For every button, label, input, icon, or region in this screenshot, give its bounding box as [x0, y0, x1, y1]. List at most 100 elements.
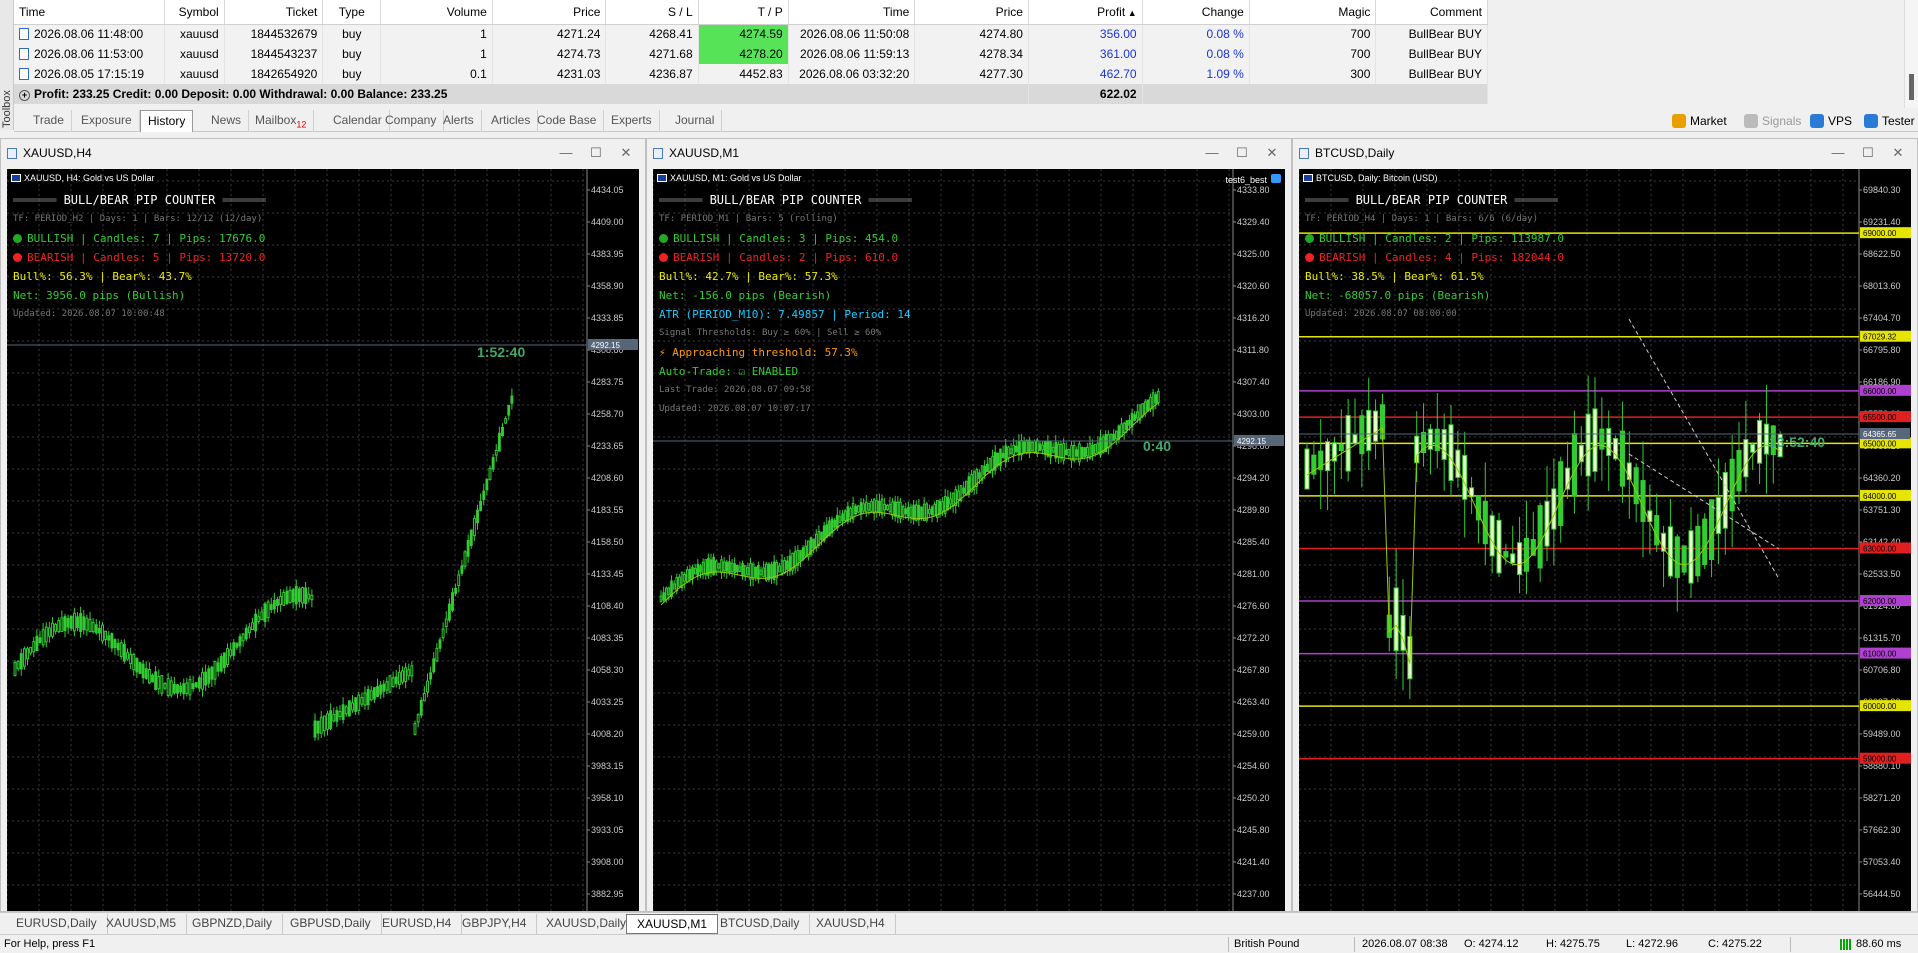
column-header[interactable]: Change — [1142, 0, 1250, 25]
tab-trade[interactable]: Trade — [26, 110, 72, 132]
candle-body — [444, 618, 448, 627]
chart-window-btcusd-daily[interactable]: BTCUSD,Daily — ☐ ✕ 69840.30 69231.40 68622.50 6… — [1292, 138, 1918, 912]
candle-body — [1489, 515, 1495, 557]
column-header[interactable]: Type — [322, 0, 382, 25]
table-row[interactable]: 2026.08.06 11:53:00 xauusd 1844543237 buy 1 4… — [14, 44, 1488, 64]
tab-experts[interactable]: Experts — [604, 110, 660, 132]
symbol-tab-xauusd-m5[interactable]: XAUUSD,M5 — [96, 914, 188, 934]
tab-tester[interactable]: Tester — [1864, 112, 1915, 130]
candle-body — [1366, 409, 1372, 451]
symbol-tab-gbpusd-daily[interactable]: GBPUSD,Daily — [280, 914, 382, 934]
maximize-button[interactable]: ☐ — [1227, 139, 1257, 167]
bear-dot-icon — [659, 253, 668, 262]
scrollbar-thumb[interactable] — [1909, 74, 1914, 100]
cell-value: 4274.59 — [739, 27, 783, 42]
tab-alerts[interactable]: Alerts — [436, 110, 482, 132]
bear-dot-icon — [13, 253, 22, 262]
tab-company[interactable]: Company — [378, 110, 445, 132]
close-button[interactable]: ✕ — [1883, 139, 1913, 167]
price-tick: 4303.00 — [1237, 409, 1270, 419]
price-tick: 4276.60 — [1237, 601, 1270, 611]
cell-value: 300 — [1350, 67, 1371, 81]
toolbox-strip[interactable]: Toolbox — [0, 0, 14, 130]
candle-body — [909, 506, 913, 518]
candle-body — [996, 453, 1000, 466]
chart-window-xauusd-m1[interactable]: XAUUSD,M1 — ☐ ✕ 4333.80 4329.40 4325.00 4320.60… — [646, 138, 1292, 912]
column-header[interactable]: Ticket — [224, 0, 324, 25]
candle-body — [85, 617, 89, 631]
column-header[interactable]: Time — [788, 0, 916, 25]
connection-icon — [1840, 939, 1852, 950]
tab-mailbox[interactable]: Mailbox12 — [248, 110, 315, 132]
flag-icon — [657, 174, 667, 182]
minimize-button[interactable]: — — [1823, 139, 1853, 167]
symbol-tab-eurusd-daily[interactable]: EURUSD,Daily — [6, 914, 108, 934]
chart-canvas[interactable]: 4333.80 4329.40 4325.00 4320.60 4316.20 4311.… — [653, 169, 1285, 911]
tab-exposure[interactable]: Exposure — [74, 110, 140, 132]
column-header[interactable]: Price — [914, 0, 1029, 25]
tab-code-base[interactable]: Code Base — [530, 110, 605, 132]
chart-titlebar[interactable]: XAUUSD,H4 — ☐ ✕ — [1, 139, 645, 169]
maximize-button[interactable]: ☐ — [581, 139, 611, 167]
symbol-tab-btcusd-daily[interactable]: BTCUSD,Daily — [710, 914, 811, 934]
price-tick: 3958.10 — [591, 793, 624, 803]
maximize-button[interactable]: ☐ — [1853, 139, 1883, 167]
chart-icon — [7, 148, 17, 159]
candle-body — [1088, 443, 1092, 459]
candle-body — [263, 603, 267, 622]
close-button[interactable]: ✕ — [1257, 139, 1287, 167]
candle-body — [1482, 500, 1488, 545]
candle-body — [335, 710, 339, 722]
tab-vps[interactable]: VPS — [1810, 112, 1852, 130]
candle-body — [1096, 442, 1100, 453]
tab-history[interactable]: History — [140, 110, 194, 132]
candle-body — [759, 569, 763, 576]
minimize-button[interactable]: — — [1197, 139, 1227, 167]
candle-body — [1030, 441, 1034, 452]
table-row[interactable]: 2026.08.05 17:15:19 xauusd 1842654920 buy 0.… — [14, 64, 1488, 84]
expand-icon[interactable]: + — [19, 90, 30, 101]
chart-canvas[interactable]: 4434.054409.004383.954358.904333.854308.… — [7, 169, 639, 911]
chart-canvas[interactable]: 69840.30 69231.40 68622.50 68013.60 67404.70… — [1299, 169, 1911, 911]
candle-body — [893, 501, 897, 517]
symbol-tab-gbpjpy-h4[interactable]: GBPJPY,H4 — [452, 914, 538, 934]
column-header[interactable]: Price — [492, 0, 607, 25]
candle-body — [344, 706, 348, 715]
column-header[interactable]: Symbol — [164, 0, 225, 25]
table-scrollbar[interactable] — [1904, 0, 1918, 108]
symbol-tab-eurusd-h4[interactable]: EURUSD,H4 — [372, 914, 463, 934]
chart-titlebar[interactable]: XAUUSD,M1 — ☐ ✕ — [647, 139, 1291, 169]
minimize-button[interactable]: — — [551, 139, 581, 167]
status-open: O: 4274.12 — [1464, 938, 1519, 950]
column-header[interactable]: S / L — [605, 0, 699, 25]
column-header[interactable]: T / P — [698, 0, 789, 25]
chart-window-xauusd-h4[interactable]: XAUUSD,H4 — ☐ ✕ 4434.05 4409.00 4383.95 4358.90… — [0, 138, 646, 912]
symbol-text: BTCUSD, Daily: Bitcoin (USD) — [1316, 173, 1438, 183]
chart-title: XAUUSD,M1 — [669, 146, 740, 160]
expert-badge[interactable]: test6_best — [1225, 174, 1281, 185]
symbol-tab-xauusd-h4[interactable]: XAUUSD,H4 — [806, 914, 896, 934]
symbol-tab-xauusd-m1[interactable]: XAUUSD,M1 — [626, 914, 719, 934]
tab-label: Journal — [675, 113, 715, 127]
candle-body — [1722, 471, 1728, 529]
tab-journal[interactable]: Journal — [668, 110, 723, 132]
column-header[interactable]: Magic — [1249, 0, 1377, 25]
column-header[interactable]: Volume — [380, 0, 493, 25]
cell-value: 1 — [480, 27, 487, 42]
candle-body — [878, 500, 881, 513]
symbol-tab-xauusd-daily[interactable]: XAUUSD,Daily — [536, 914, 638, 934]
table-row[interactable]: 2026.08.06 11:48:00 xauusd 1844532679 buy 1 4… — [14, 24, 1488, 44]
candle-body — [778, 565, 781, 573]
column-header[interactable]: Time — [14, 0, 165, 25]
price-tick: 4245.80 — [1237, 825, 1270, 835]
candle-body — [329, 710, 333, 729]
column-header[interactable]: Comment — [1375, 0, 1488, 25]
tab-market[interactable]: Market — [1672, 112, 1727, 130]
close-button[interactable]: ✕ — [611, 139, 641, 167]
chart-titlebar[interactable]: BTCUSD,Daily — ☐ ✕ — [1293, 139, 1917, 169]
tab-news[interactable]: News — [204, 110, 250, 132]
level-label: 63000.00 — [1863, 544, 1897, 553]
column-header-profit[interactable]: Profit ▲ — [1028, 0, 1143, 25]
symbol-tab-gbpnzd-daily[interactable]: GBPNZD,Daily — [182, 914, 284, 934]
tab-signals[interactable]: Signals — [1744, 112, 1801, 130]
